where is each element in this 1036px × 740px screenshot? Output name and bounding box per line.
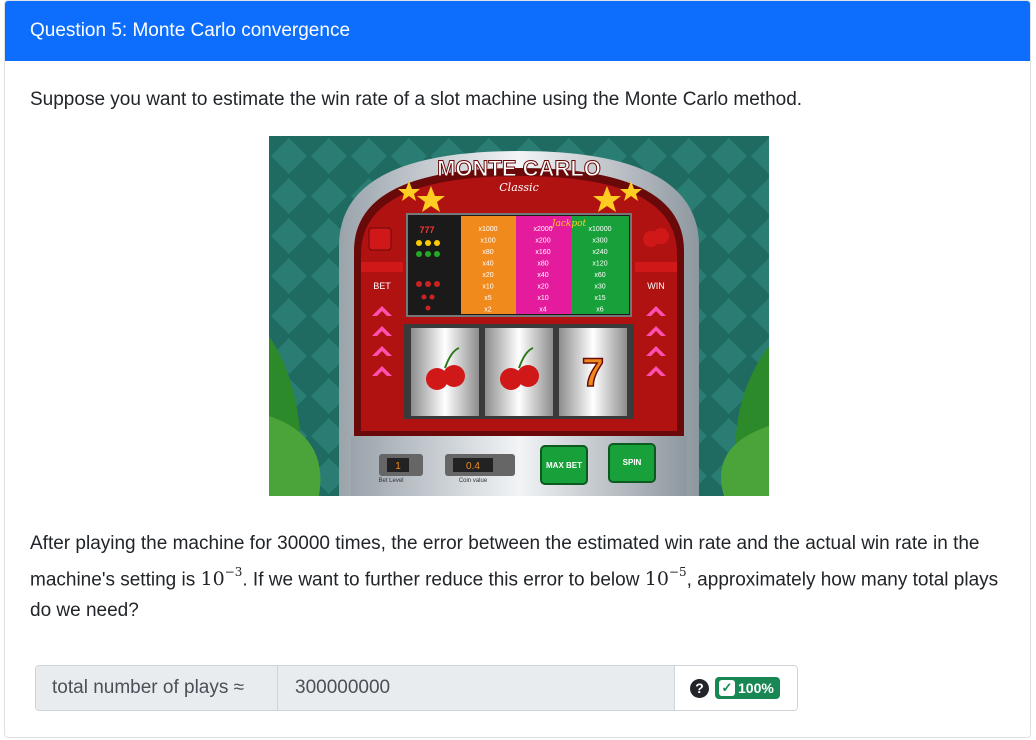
paytable-value: x40 [537,272,548,279]
error-current: 10−3 [200,565,243,591]
paytable-value: x4 [539,307,547,314]
slot-machine-image: MONTE CARLO Classic Jackpot x1000 x100 x80… [269,136,769,496]
score-badge: ✓ 100% [715,677,780,699]
error-current-base: 10 [200,568,225,591]
check-icon: ✓ [719,680,735,696]
paytable-value: x200 [535,238,550,245]
help-icon[interactable]: ? [690,678,709,698]
paytable-value: x10000 [589,226,612,233]
paytable-value: x160 [535,249,550,256]
paytable-value: x6 [596,307,604,314]
paytable-value: x20 [537,284,548,291]
paytable-value: x5 [484,295,492,302]
question-card: Question 5: Monte Carlo convergence Supp… [4,0,1031,738]
answer-input[interactable] [278,666,674,710]
paytable-value: x240 [592,249,607,256]
paytable-value: x80 [482,249,493,256]
error-target-exponent: −5 [668,565,687,579]
paytable-value: x10 [482,284,493,291]
bet-level-label: Bet Level [378,478,403,484]
paytable-value: x60 [594,272,605,279]
question-intro: Suppose you want to estimate the win rat… [30,89,803,110]
bet-level-value: 1 [395,461,401,472]
error-target: 10−5 [644,565,687,591]
answer-input-group: total number of plays ≈ ? ✓ 100% [35,665,798,711]
slot-title: MONTE CARLO [437,156,601,181]
paytable-value: x1000 [478,226,497,233]
bet-label: BET [373,281,391,291]
coin-value-label: Coin value [459,478,488,484]
question-title: Question 5: Monte Carlo convergence [30,20,351,41]
error-current-exponent: −3 [224,565,243,579]
score-badge-text: 100% [738,680,774,696]
paytable-value: x20 [482,272,493,279]
svg-text:7: 7 [582,351,604,395]
win-label: WIN [647,281,665,291]
paytable-value: x30 [594,284,605,291]
paytable-value: x2 [484,307,492,314]
svg-text:777: 777 [419,225,434,235]
question-body: After playing the machine for 30000 time… [30,528,1010,626]
coin-value: 0.4 [466,461,480,472]
max-bet-button: MAX BET [546,461,582,470]
paytable-value: x300 [592,238,607,245]
paytable-value: x15 [594,295,605,302]
slot-subtitle: Classic [499,181,538,194]
paytable-value: x100 [480,238,495,245]
answer-status: ? ✓ 100% [674,666,797,710]
spin-button: SPIN [623,458,642,467]
error-target-base: 10 [644,568,669,591]
paytable-value: x120 [592,261,607,268]
question-header: Question 5: Monte Carlo convergence [5,1,1030,61]
question-body-text-2: . If we want to further reduce this erro… [242,569,645,591]
paytable-value: x40 [482,261,493,268]
answer-label: total number of plays ≈ [36,666,278,710]
paytable-value: x2000 [533,226,552,233]
answer-row: total number of plays ≈ ? ✓ 100% [35,665,798,711]
paytable-value: x10 [537,295,548,302]
paytable-value: x80 [537,261,548,268]
jackpot-label: Jackpot [550,219,587,229]
